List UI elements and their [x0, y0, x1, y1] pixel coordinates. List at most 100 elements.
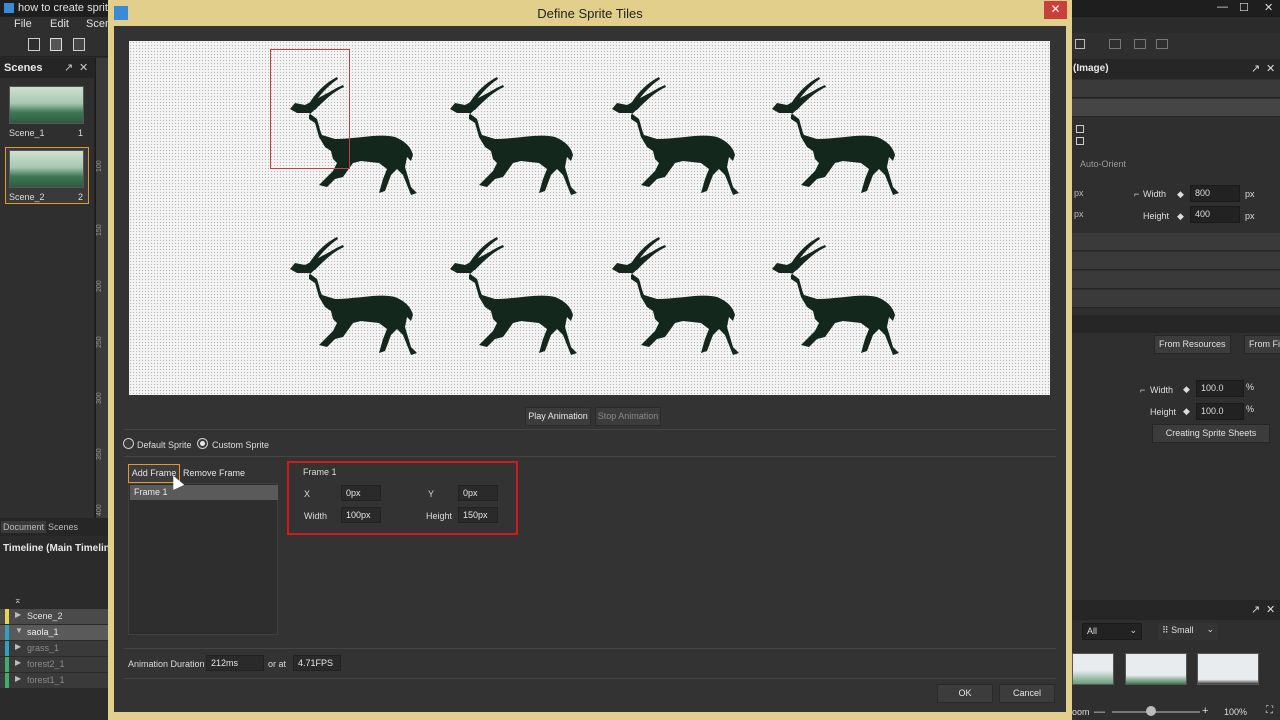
properties-row: [1072, 290, 1280, 308]
height-label: Height: [1143, 211, 1170, 221]
unit-label: px: [1074, 188, 1084, 198]
maximize-icon[interactable]: ☐: [1239, 1, 1249, 14]
width-input[interactable]: 100px: [341, 507, 381, 523]
link-proportions-icon[interactable]: ⌐: [1140, 385, 1145, 395]
dialog-close-button[interactable]: ✕: [1044, 1, 1067, 19]
collapse-all-icon[interactable]: ⌅: [14, 595, 22, 606]
fps-input[interactable]: 4.71FPS: [293, 655, 341, 671]
properties-row: [1072, 271, 1280, 289]
tab-document[interactable]: Document: [1, 521, 47, 533]
anchor-icon[interactable]: [1076, 137, 1084, 145]
scene-thumbnail-1[interactable]: [9, 86, 84, 124]
cancel-button[interactable]: Cancel: [999, 684, 1055, 703]
fit-screen-icon[interactable]: ⛶: [1266, 705, 1273, 716]
from-resources-button[interactable]: From Resources: [1154, 335, 1231, 354]
anchor-icon[interactable]: [1076, 125, 1084, 133]
library-view-select[interactable]: ⠿ Small ⌄: [1158, 623, 1218, 640]
link-proportions-icon[interactable]: ⌐: [1134, 189, 1139, 199]
scale-width-input[interactable]: 100.0: [1196, 380, 1244, 397]
frame-list-item[interactable]: Frame 1: [130, 485, 278, 500]
ruler-label: 350: [96, 448, 103, 460]
menu-edit[interactable]: Edit: [50, 18, 69, 30]
height-input[interactable]: 150px: [458, 507, 498, 523]
separator: [124, 678, 1056, 679]
dialog-titlebar: Define Sprite Tiles ✕: [108, 0, 1072, 26]
remove-frame-button[interactable]: Remove Frame: [182, 464, 246, 483]
expand-icon[interactable]: ▶: [15, 658, 21, 667]
keyframe-diamond-icon[interactable]: ◆: [1183, 384, 1190, 395]
scene-thumbnail-2[interactable]: [9, 150, 84, 188]
group-icon[interactable]: [1109, 39, 1121, 49]
width-input[interactable]: 800: [1190, 185, 1240, 202]
zoom-in-icon[interactable]: +: [1202, 705, 1208, 717]
zoom-value: 100%: [1224, 707, 1248, 717]
frame-selection-rectangle[interactable]: [270, 49, 350, 169]
height-unit: px: [1245, 211, 1255, 221]
keyframe-diamond-icon[interactable]: ◆: [1183, 406, 1190, 417]
undock-icon[interactable]: ↗: [1251, 62, 1260, 75]
layer-name: Scene_2: [27, 611, 63, 621]
layer-color-swatch: [5, 609, 9, 624]
timeline-header: Timeline (Main Timeline: [0, 539, 115, 559]
undock-icon[interactable]: ↗: [64, 61, 73, 74]
animation-duration-input[interactable]: 212ms: [206, 655, 264, 671]
new-file-icon[interactable]: [28, 38, 40, 51]
library-thumbnail[interactable]: [1125, 653, 1187, 685]
arrange-icon[interactable]: [1156, 39, 1168, 49]
ok-button[interactable]: OK: [937, 684, 993, 703]
layer-name: grass_1: [27, 643, 60, 653]
save-icon[interactable]: [73, 38, 85, 51]
play-animation-button[interactable]: Play Animation: [525, 407, 591, 426]
sprite-sheet-canvas[interactable]: [129, 41, 1050, 395]
layer-row[interactable]: ▼ saola_1: [0, 625, 108, 640]
open-folder-icon[interactable]: [50, 38, 62, 51]
zoom-slider-track[interactable]: [1112, 711, 1200, 713]
layer-row[interactable]: ▶ grass_1: [0, 641, 108, 656]
custom-sprite-radio[interactable]: [197, 438, 208, 449]
expand-icon[interactable]: ▶: [15, 674, 21, 683]
x-input[interactable]: 0px: [341, 485, 381, 501]
height-input[interactable]: 400: [1190, 206, 1240, 223]
scale-height-input[interactable]: 100.0: [1196, 403, 1244, 420]
auto-orient-label: Auto-Orient: [1080, 159, 1127, 169]
stop-animation-button[interactable]: Stop Animation: [595, 407, 661, 426]
library-filter-select[interactable]: All ⌄: [1082, 623, 1142, 640]
frame-list[interactable]: Frame 1: [128, 483, 278, 635]
collapse-icon[interactable]: ▼: [15, 626, 23, 635]
scenes-panel-title: Scenes: [4, 62, 43, 74]
layer-row[interactable]: ▶ Scene_2: [0, 609, 108, 624]
undock-icon[interactable]: ↗: [1251, 603, 1260, 616]
y-input[interactable]: 0px: [458, 485, 498, 501]
library-thumbnail[interactable]: [1197, 653, 1259, 685]
align-icon[interactable]: [1075, 39, 1085, 49]
or-at-label: or at: [268, 659, 287, 669]
layer-row[interactable]: ▶ forest2_1: [0, 657, 108, 672]
panel-close-icon[interactable]: ✕: [1266, 603, 1275, 616]
frame-properties-title: Frame 1: [303, 467, 337, 477]
zoom-out-icon[interactable]: —: [1094, 706, 1105, 718]
properties-row: [1072, 252, 1280, 270]
timeline-layers: ⌅ ▶ Scene_2 ▼ saola_1 ▶ grass_1 ▶ forest…: [0, 562, 108, 720]
tab-scenes[interactable]: Scenes: [46, 521, 80, 533]
layer-row[interactable]: ▶ forest1_1: [0, 673, 108, 688]
library-thumbnail[interactable]: [1072, 653, 1114, 685]
frame-properties-box: Frame 1 X 0px Y 0px Width 100px Height 1…: [287, 461, 518, 535]
menu-file[interactable]: File: [14, 18, 32, 30]
panel-close-icon[interactable]: ✕: [79, 61, 88, 74]
default-sprite-radio[interactable]: [123, 438, 134, 449]
expand-icon[interactable]: ▶: [15, 610, 21, 619]
zoom-slider-handle[interactable]: [1146, 706, 1156, 716]
expand-icon[interactable]: ▶: [15, 642, 21, 651]
minimize-icon[interactable]: —: [1217, 1, 1228, 13]
panel-close-icon[interactable]: ✕: [1266, 62, 1275, 75]
keyframe-diamond-icon[interactable]: ◆: [1177, 189, 1184, 200]
scale-width-unit: %: [1246, 382, 1255, 392]
ungroup-icon[interactable]: [1134, 39, 1146, 49]
width-unit: px: [1245, 189, 1255, 199]
close-icon[interactable]: ✕: [1264, 1, 1273, 14]
properties-toolbar: [1072, 33, 1280, 57]
from-file-button[interactable]: From File: [1244, 335, 1280, 354]
separator: [124, 429, 1056, 430]
creating-sprite-sheets-field[interactable]: Creating Sprite Sheets: [1152, 424, 1270, 443]
keyframe-diamond-icon[interactable]: ◆: [1177, 211, 1184, 222]
